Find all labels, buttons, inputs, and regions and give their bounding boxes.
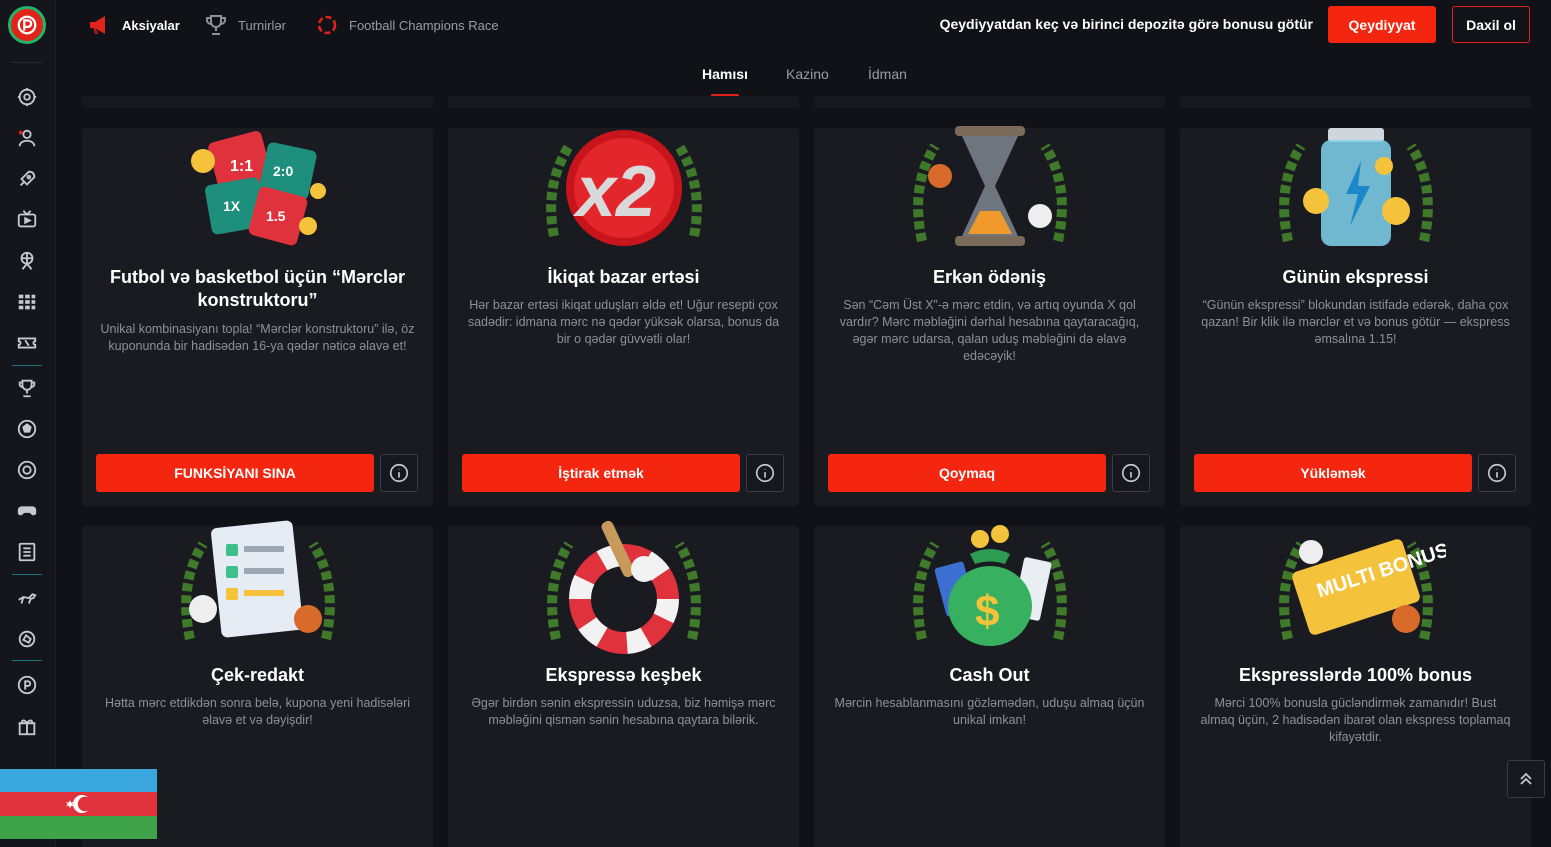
tab-sports[interactable]: İdman: [868, 66, 907, 82]
info-button[interactable]: [1112, 454, 1150, 492]
card-description: Unikal kombinasiyanı topla! “Mərclər kon…: [100, 322, 415, 353]
login-button[interactable]: Daxil ol: [1452, 6, 1530, 43]
svg-text:$: $: [975, 587, 999, 636]
card-description: Əgər birdən sənin ekspressin uduzsa, biz…: [471, 696, 776, 727]
user-support-icon[interactable]: [13, 124, 41, 152]
trophy-icon: [206, 15, 226, 35]
nav-race[interactable]: Football Champions Race: [315, 12, 499, 38]
money-bag-icon: $: [814, 514, 1165, 654]
card-title: Günün ekspressi: [1282, 267, 1429, 287]
settings-icon[interactable]: [13, 83, 41, 111]
trophy-cup-icon[interactable]: [13, 374, 41, 402]
card-title: Çek-redakt: [210, 665, 305, 685]
promo-card: Günün ekspressi “Günün ekspressi” blokun…: [1180, 128, 1531, 506]
nav-tournaments[interactable]: Turnirlər: [204, 12, 286, 38]
gamepad-icon[interactable]: [13, 497, 41, 525]
language-flag-azerbaijan[interactable]: [0, 769, 157, 839]
promo-card: Erkən ödəniş Sən “Cəm Üst X”-ə mərc etdi…: [814, 126, 1165, 506]
ticket-icon[interactable]: [13, 329, 41, 357]
basketball-player-icon[interactable]: [13, 247, 41, 275]
news-icon[interactable]: [13, 538, 41, 566]
horse-racing-icon[interactable]: [13, 584, 41, 612]
promo-card: MULTI BONUS Ekspresslərdə 100% bonus Mər…: [1180, 526, 1531, 847]
target-icon[interactable]: [13, 456, 41, 484]
nav-tournaments-label: Turnirlər: [238, 17, 286, 33]
nav-race-label: Football Champions Race: [349, 17, 499, 33]
live-tv-icon[interactable]: [13, 206, 41, 234]
card-description: Hətta mərc etdikdən sonra belə, kupona y…: [104, 696, 411, 727]
card-title: Erkən ödəniş: [932, 267, 1047, 287]
registration-promo-text: Qeydiyyatdan keç və birinci depozitə gör…: [939, 16, 1313, 32]
card-description: Mərcin hesablanmasını gözləmədən, uduşu …: [834, 696, 1145, 727]
scroll-to-top-button[interactable]: [1507, 760, 1545, 798]
svg-text:2:0: 2:0: [273, 163, 293, 179]
category-tabs: Hamısı Kazino İdman: [56, 62, 1551, 98]
nav-promotions-label: Aksiyalar: [122, 17, 180, 33]
svg-text:1X: 1X: [223, 198, 241, 214]
app-root: Aksiyalar Turnirlər Football Champions R…: [0, 0, 1551, 847]
svg-text:1:1: 1:1: [230, 158, 253, 175]
tab-all[interactable]: Hamısı: [702, 66, 748, 82]
hourglass-icon: [814, 116, 1165, 256]
tab-casino[interactable]: Kazino: [786, 66, 829, 82]
race-icon: [317, 15, 337, 35]
rocket-icon[interactable]: [13, 165, 41, 193]
multi-bonus-icon: MULTI BONUS: [1180, 514, 1531, 654]
football-icon[interactable]: [13, 415, 41, 443]
promo-card: x2 İkiqat bazar ertəsi Hər bazar ertəsi …: [448, 128, 799, 506]
card-description: “Günün ekspressi” blokundan istifadə edə…: [1201, 298, 1510, 346]
promo-card: Ekspressə keşbek Əgər birdən sənin ekspr…: [448, 520, 799, 847]
brand-logo[interactable]: [8, 6, 46, 44]
megaphone-icon: [90, 16, 105, 34]
card-title: Cash Out: [949, 665, 1030, 685]
checklist-icon: [82, 514, 433, 654]
nav-promotions[interactable]: Aksiyalar: [88, 12, 180, 38]
puzzle-dice-icon: 1:1 2:0 1X 1.5: [82, 116, 433, 256]
card-description: Hər bazar ertəsi ikiqat uduşları əldə et…: [467, 298, 780, 346]
download-button[interactable]: Yükləmək: [1194, 454, 1472, 492]
card-title: İkiqat bazar ertəsi: [547, 267, 700, 287]
card-title: Futbol və basketbol üçün “Mərclər konstr…: [109, 267, 406, 310]
info-icon: [755, 463, 775, 483]
lifebuoy-icon: [448, 514, 799, 654]
card-description: Sən “Cəm Üst X”-ə mərc etdin, və artıq o…: [839, 298, 1140, 363]
info-icon: [1121, 463, 1141, 483]
info-button[interactable]: [746, 454, 784, 492]
place-bet-button[interactable]: Qoymaq: [828, 454, 1106, 492]
participate-button[interactable]: İştirak etmək: [462, 454, 740, 492]
calendar-grid-icon[interactable]: [13, 288, 41, 316]
card-title: Ekspresslərdə 100% bonus: [1238, 665, 1473, 685]
sidebar: [0, 0, 56, 847]
try-feature-button[interactable]: FUNKSİYANI SINA: [96, 454, 374, 492]
promo-card: 1:1 2:0 1X 1.5 Futbol və basketbol üçün …: [82, 128, 433, 506]
gift-icon[interactable]: [13, 712, 41, 740]
card-description: Mərci 100% bonusla gücləndirmək zamanıdı…: [1200, 696, 1511, 744]
info-icon: [389, 463, 409, 483]
battery-coins-icon: [1180, 116, 1531, 256]
info-button[interactable]: [1478, 454, 1516, 492]
svg-text:1.5: 1.5: [266, 208, 286, 224]
x2-badge-icon: x2: [448, 116, 799, 256]
promo-card: $ Cash Out Mərcin hesablanmasını gözləmə…: [814, 525, 1165, 847]
top-bar: Aksiyalar Turnirlər Football Champions R…: [56, 0, 1551, 50]
esports-icon[interactable]: [13, 625, 41, 653]
svg-text:x2: x2: [572, 152, 656, 232]
register-button[interactable]: Qeydiyyat: [1328, 6, 1436, 43]
info-button[interactable]: [380, 454, 418, 492]
card-title: Ekspressə keşbek: [545, 665, 702, 685]
chevron-double-up-icon: [1520, 772, 1532, 785]
brand-p-icon[interactable]: [13, 671, 41, 699]
info-icon: [1487, 463, 1507, 483]
